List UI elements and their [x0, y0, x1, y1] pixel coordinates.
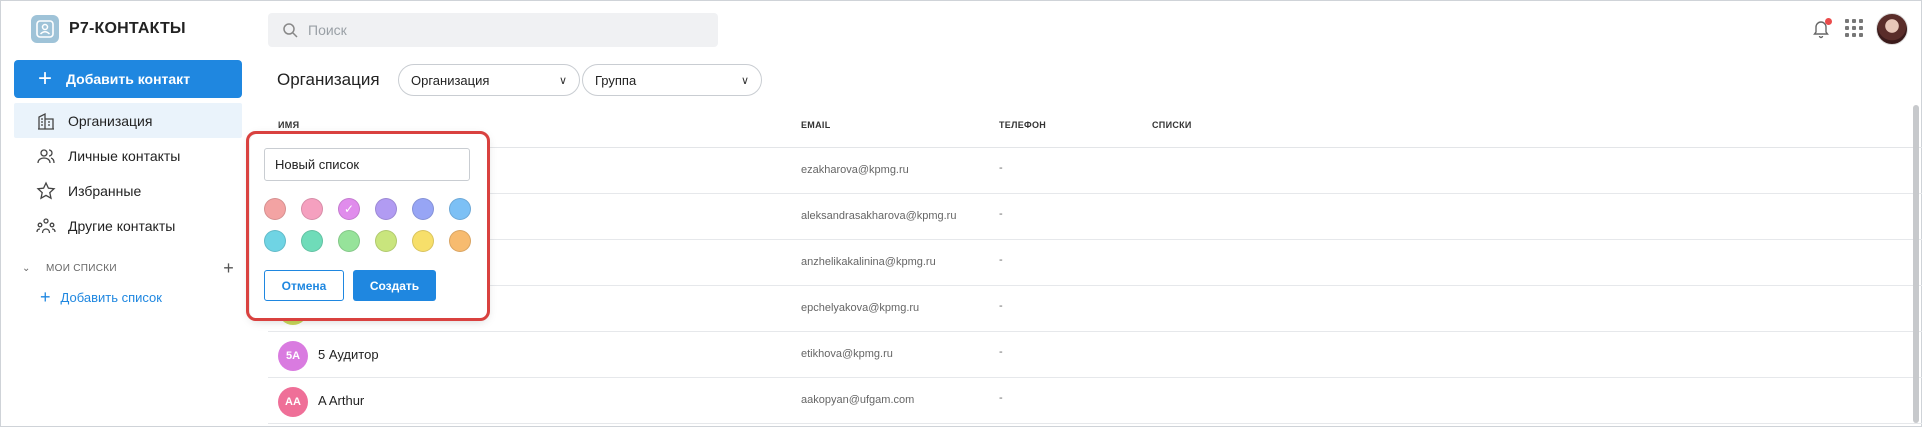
table-row[interactable]: aleksandrasakharova@kpmg.ru -: [268, 194, 1922, 240]
color-swatch[interactable]: [375, 230, 397, 252]
sidebar-item-label: Организация: [68, 112, 153, 129]
search-input[interactable]: [308, 22, 688, 38]
scrollbar[interactable]: [1913, 105, 1919, 423]
add-contact-label: Добавить контакт: [66, 71, 191, 87]
star-icon: [36, 180, 56, 199]
chevron-down-icon: ∨: [740, 74, 749, 87]
contact-email: epchelyakova@kpmg.ru: [801, 302, 920, 314]
list-name-input[interactable]: [264, 148, 470, 181]
contacts-logo-icon: [31, 15, 59, 43]
apps-dot: [1859, 19, 1863, 23]
contact-phone: -: [999, 208, 1003, 220]
color-swatch[interactable]: [449, 198, 471, 220]
contact-phone: -: [999, 300, 1003, 312]
page-title: Организация: [277, 70, 380, 89]
sidebar-item-label: Личные контакты: [68, 147, 181, 164]
color-swatch[interactable]: [301, 198, 323, 220]
contact-phone: -: [999, 162, 1003, 174]
plus-icon: +: [40, 287, 51, 307]
group-select-value: Группа: [595, 72, 637, 88]
apps-dot: [1845, 19, 1849, 23]
contact-name: 5 Аудитор: [318, 347, 379, 362]
contact-email: anzhelikakalinina@kpmg.ru: [801, 256, 936, 268]
search-bar[interactable]: [268, 13, 718, 47]
sidebar-nav: Организация Личные контакты Избранные Др…: [14, 103, 242, 243]
table-row[interactable]: epchelyakova@kpmg.ru -: [268, 286, 1922, 332]
notifications-button[interactable]: [1810, 17, 1832, 39]
add-list-plus-icon[interactable]: +: [223, 258, 234, 279]
sidebar-item-personal-contacts[interactable]: Личные контакты: [14, 138, 242, 173]
color-swatch[interactable]: [301, 230, 323, 252]
table-header: ИМЯ EMAIL ТЕЛЕФОН СПИСКИ: [268, 112, 1922, 148]
create-button[interactable]: Создать: [353, 270, 436, 301]
apps-dot: [1859, 33, 1863, 37]
color-swatch[interactable]: [449, 230, 471, 252]
contact-email: aakopyan@ufgam.com: [801, 394, 915, 406]
app-title: Р7-КОНТАКТЫ: [69, 20, 186, 37]
sidebar-item-favorites[interactable]: Избранные: [14, 173, 242, 208]
contact-avatar: 5А: [278, 341, 308, 371]
column-header-email[interactable]: EMAIL: [801, 120, 831, 130]
apps-dot: [1852, 33, 1856, 37]
add-list-button[interactable]: + Добавить список: [40, 288, 162, 306]
add-contact-button[interactable]: + Добавить контакт: [14, 60, 242, 98]
contact-email: ezakharova@kpmg.ru: [801, 164, 909, 176]
my-lists-header[interactable]: ⌄ МОИ СПИСКИ +: [22, 258, 234, 279]
contact-name: A Arthur: [318, 393, 365, 408]
column-header-name[interactable]: ИМЯ: [278, 120, 299, 130]
organization-select[interactable]: Организация ∨: [398, 64, 580, 96]
color-swatch[interactable]: ✓: [338, 198, 360, 220]
column-header-lists[interactable]: СПИСКИ: [1152, 120, 1192, 130]
apps-dot: [1852, 26, 1856, 30]
my-lists-label: МОИ СПИСКИ: [46, 263, 117, 274]
app-logo[interactable]: Р7-КОНТАКТЫ: [31, 15, 186, 43]
group-icon: [36, 217, 56, 233]
color-swatch[interactable]: [264, 230, 286, 252]
add-list-label: Добавить список: [60, 289, 162, 305]
table-row[interactable]: anzhelikakalinina@kpmg.ru -: [268, 240, 1922, 286]
color-swatch[interactable]: [412, 230, 434, 252]
chevron-down-icon: ∨: [558, 74, 567, 87]
organization-select-value: Организация: [411, 72, 490, 88]
plus-icon: +: [38, 65, 53, 92]
color-swatch[interactable]: [412, 198, 434, 220]
contact-email: etikhova@kpmg.ru: [801, 348, 893, 360]
table-row[interactable]: AA A Arthur aakopyan@ufgam.com -: [268, 378, 1922, 424]
apps-dot: [1852, 19, 1856, 23]
color-swatch[interactable]: [338, 230, 360, 252]
sidebar-item-organization[interactable]: Организация: [14, 103, 242, 138]
user-avatar[interactable]: [1876, 13, 1908, 45]
contact-phone: -: [999, 254, 1003, 266]
table-row[interactable]: ezakharova@kpmg.ru -: [268, 148, 1922, 194]
group-select[interactable]: Группа ∨: [582, 64, 762, 96]
search-icon: [283, 23, 298, 38]
check-icon: ✓: [343, 202, 355, 216]
apps-dot: [1859, 26, 1863, 30]
sidebar-item-label: Избранные: [68, 182, 142, 199]
apps-dot: [1845, 33, 1849, 37]
building-icon: [38, 112, 54, 130]
contact-phone: -: [999, 346, 1003, 358]
people-icon: [37, 148, 55, 163]
new-list-popup: ✓ Отмена Создать: [250, 134, 487, 319]
column-header-phone[interactable]: ТЕЛЕФОН: [999, 120, 1046, 130]
apps-grid-button[interactable]: [1845, 19, 1863, 37]
sidebar-item-other-contacts[interactable]: Другие контакты: [14, 208, 242, 243]
table-row[interactable]: 5А 5 Аудитор etikhova@kpmg.ru -: [268, 332, 1922, 378]
color-swatch[interactable]: [375, 198, 397, 220]
color-swatch[interactable]: [264, 198, 286, 220]
contact-avatar: AA: [278, 387, 308, 417]
sidebar-item-label: Другие контакты: [68, 217, 176, 234]
contact-email: aleksandrasakharova@kpmg.ru: [801, 210, 957, 222]
notification-badge: [1825, 18, 1832, 25]
chevron-down-icon[interactable]: ⌄: [22, 263, 36, 274]
contact-phone: -: [999, 392, 1003, 404]
cancel-button[interactable]: Отмена: [264, 270, 344, 301]
apps-dot: [1845, 26, 1849, 30]
